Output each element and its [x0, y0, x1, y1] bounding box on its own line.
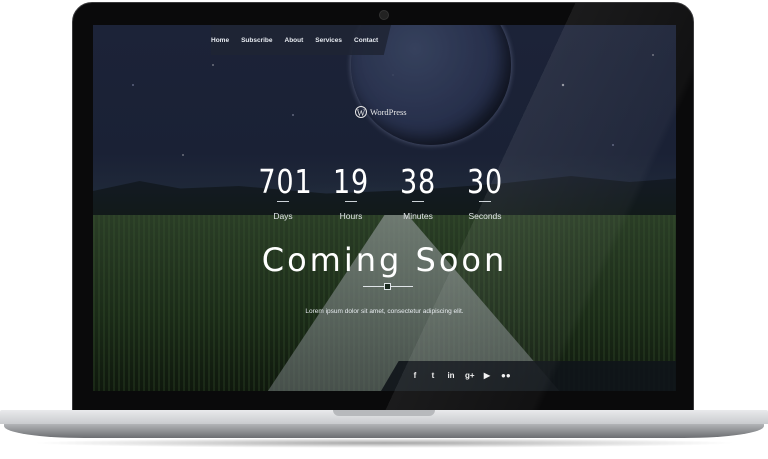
countdown-days: 701 Days [253, 165, 313, 224]
nav-home[interactable]: Home [211, 37, 229, 44]
twitter-icon[interactable]: t [429, 371, 437, 380]
nav-menu: Home Subscribe About Services Contact [211, 37, 378, 44]
wordpress-logo[interactable]: W WordPress [355, 106, 407, 118]
minutes-label: Minutes [403, 211, 433, 221]
laptop-base-lip [4, 424, 764, 438]
website-screen: Home Subscribe About Services Contact W … [93, 25, 676, 391]
googleplus-icon[interactable]: g+ [465, 371, 475, 380]
youtube-icon[interactable]: ▶ [483, 371, 491, 380]
divider-line [277, 201, 289, 202]
days-label: Days [273, 211, 293, 221]
hours-label: Hours [339, 211, 363, 221]
laptop-lid: Home Subscribe About Services Contact W … [72, 2, 694, 412]
divider-ornament [384, 283, 391, 290]
facebook-icon[interactable]: f [411, 371, 419, 380]
lid-notch [333, 410, 435, 416]
page-title: Coming Soon [261, 241, 508, 279]
social-links: f t in g+ ▶ ●● [411, 371, 511, 380]
nav-subscribe[interactable]: Subscribe [241, 37, 272, 44]
seconds-label: Seconds [468, 211, 502, 221]
countdown-hours: 19 Hours [321, 165, 381, 224]
seconds-value: 30 [466, 162, 504, 201]
divider-line [345, 201, 357, 202]
laptop-shadow [30, 438, 738, 448]
nav-contact[interactable]: Contact [354, 37, 378, 44]
nav-services[interactable]: Services [315, 37, 342, 44]
flickr-icon[interactable]: ●● [501, 371, 511, 380]
countdown-seconds: 30 Seconds [455, 165, 515, 224]
logo-text: WordPress [370, 107, 407, 117]
days-value: 701 [258, 162, 313, 201]
divider-line [412, 201, 424, 202]
hours-value: 19 [332, 162, 370, 201]
divider-line [479, 201, 491, 202]
webcam [379, 10, 389, 20]
nav-about[interactable]: About [285, 37, 304, 44]
linkedin-icon[interactable]: in [447, 371, 455, 380]
wordpress-icon: W [355, 106, 367, 118]
minutes-value: 38 [399, 162, 437, 201]
countdown-minutes: 38 Minutes [388, 165, 448, 224]
tagline-text: Lorem ipsum dolor sit amet, consectetur … [305, 308, 464, 315]
